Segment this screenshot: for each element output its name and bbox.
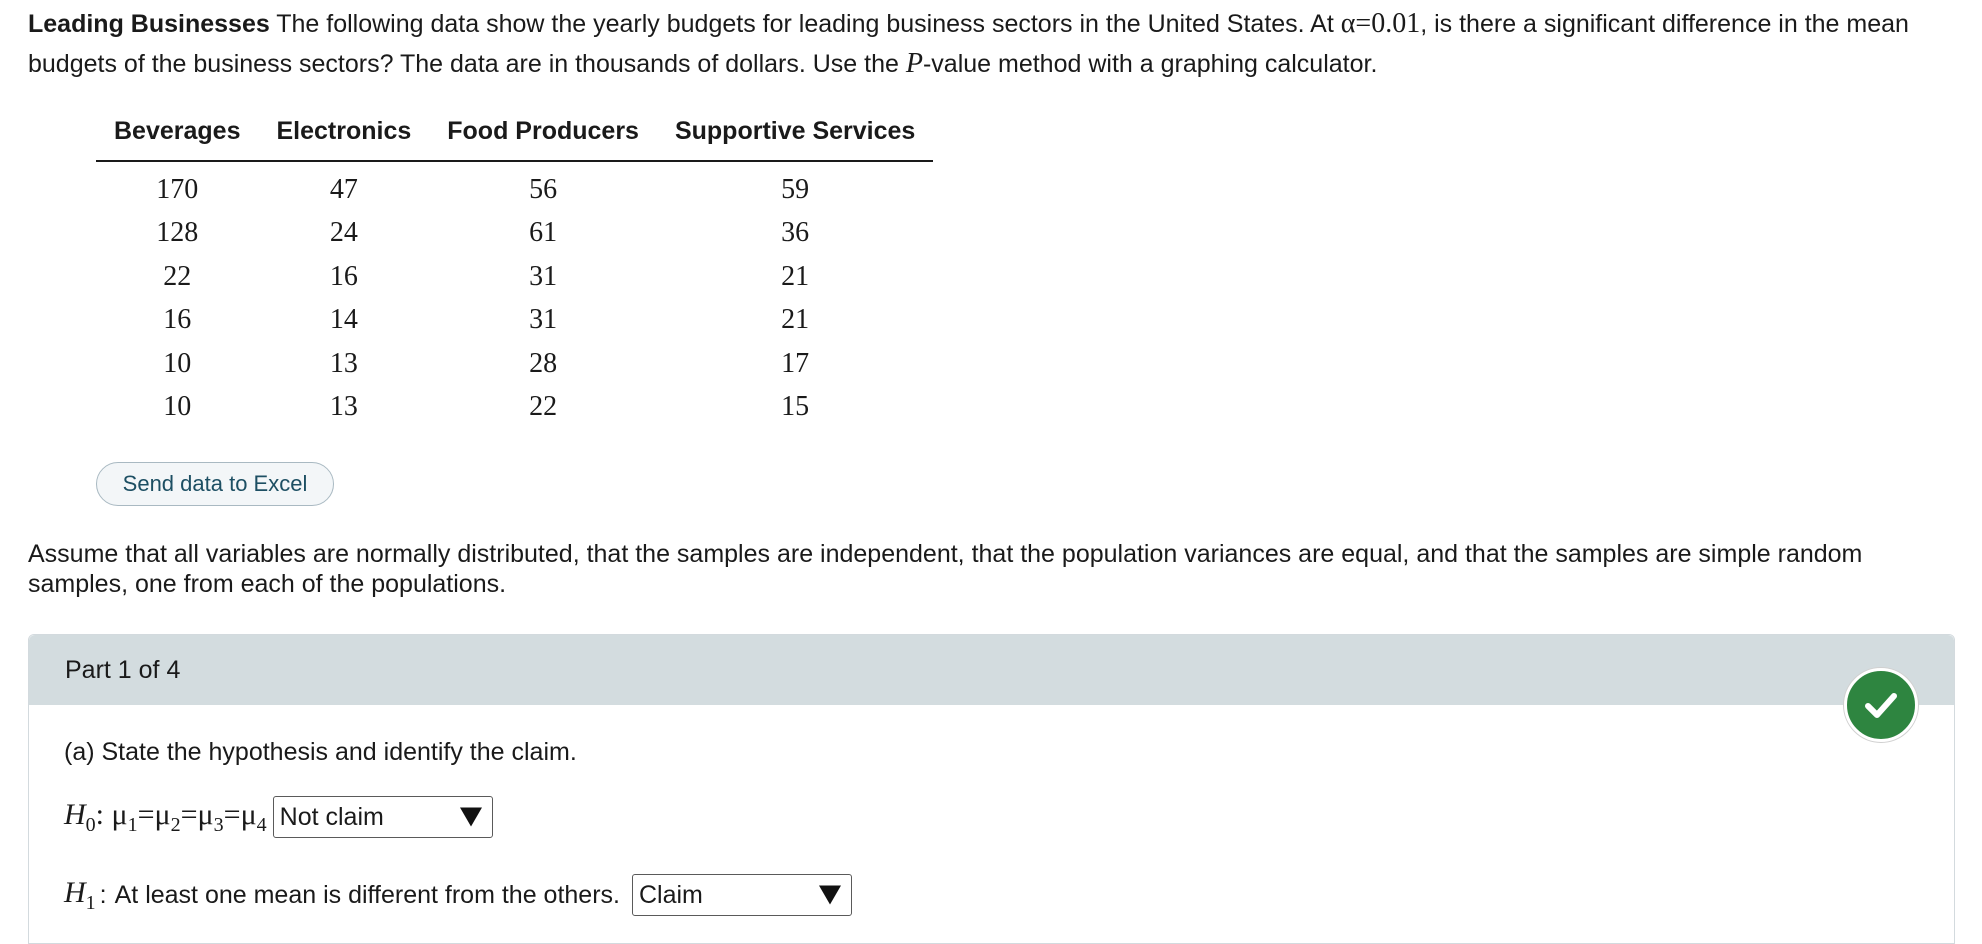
table-cell: 10 [163,391,192,423]
problem-statement: Leading Businesses The following data sh… [28,4,1928,84]
column-header: Food Producers [429,117,657,162]
table-cell: 170 [156,173,199,205]
table-row: 10 13 22 15 [96,386,933,430]
assumption-text: Assume that all variables are normally d… [28,540,1863,598]
table-cell: 31 [529,260,558,292]
alternative-hypothesis-row: H1: At least one mean is different from … [64,874,852,916]
checkmark-icon [1865,693,1897,718]
alternative-hypothesis-selected-value: Claim [638,880,703,909]
table-cell: 13 [329,391,358,423]
problem-text-1: The following data show the yearly budge… [269,10,1341,38]
table-row: 22 16 31 21 [96,255,933,299]
table-cell: 24 [329,217,358,249]
null-hypothesis-claim-select[interactable]: Not claim [272,796,493,838]
problem-text-3: -value method with a graphing calculator… [922,50,1378,78]
table-cell: 22 [163,260,192,292]
dropdown-arrow-icon [459,807,482,827]
alpha-expression: α=0.01 [1340,8,1421,39]
question-text: (a) State the hypothesis and identify th… [64,738,577,766]
table-cell: 16 [163,304,192,336]
part-header-label: Part 1 of 4 [65,655,181,684]
table-row: 128 24 61 36 [96,212,933,256]
table-cell: 21 [781,304,810,336]
table-cell: 31 [529,304,558,336]
table-cell: 36 [781,217,810,249]
table-cell: 128 [156,217,199,249]
check-circle-icon [1844,668,1918,742]
dropdown-arrow-icon [818,885,841,905]
null-hypothesis-selected-value: Not claim [279,802,384,831]
alternative-hypothesis-symbol: H1 [64,875,96,914]
p-symbol: P [905,48,923,79]
table-cell: 15 [781,391,810,423]
column-header: Electronics [258,117,430,162]
table-cell: 13 [329,347,358,379]
table-cell: 56 [529,173,558,205]
null-hypothesis-row: H0: μ1=μ2=μ3=μ4 Not claim [64,796,493,838]
table-cell: 16 [329,260,358,292]
table-cell: 61 [529,217,558,249]
table-cell: 47 [329,173,358,205]
alternative-hypothesis-text: At least one mean is different from the … [114,880,620,909]
table-row: 170 47 56 59 [96,161,933,212]
table-row: 16 14 31 21 [96,299,933,343]
table-cell: 17 [781,347,810,379]
table-cell: 22 [529,391,558,423]
table-cell: 21 [781,260,810,292]
column-header: Beverages [96,117,259,162]
table-cell: 10 [163,347,192,379]
alpha-value: 0.01 [1371,8,1421,39]
alternative-hypothesis-claim-select[interactable]: Claim [631,874,852,916]
table-header-row: Beverages Electronics Food Producers Sup… [96,117,934,162]
table-cell: 14 [329,304,358,336]
column-header: Supportive Services [656,117,934,162]
part-header: Part 1 of 4 [29,635,1954,705]
table-cell: 59 [781,173,810,205]
alpha-symbol: α [1340,8,1356,39]
table-cell: 28 [529,347,558,379]
problem-title: Leading Businesses [28,10,270,38]
data-table: Beverages Electronics Food Producers Sup… [96,117,934,430]
table-row: 10 13 28 17 [96,342,933,386]
null-hypothesis-expression: H0: μ1=μ2=μ3=μ4 [64,797,267,836]
send-data-to-excel-button[interactable]: Send data to Excel [96,462,334,506]
